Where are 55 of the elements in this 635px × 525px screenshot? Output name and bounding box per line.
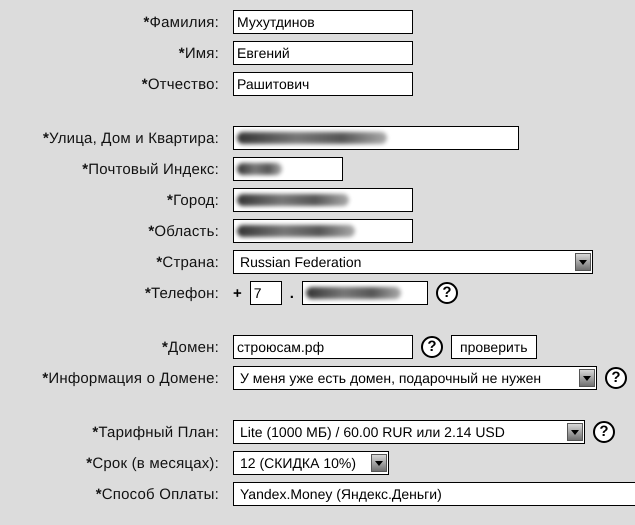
- required-mark: *: [162, 338, 168, 356]
- dropdown[interactable]: Yandex.Money (Яндекс.Деньги): [233, 482, 635, 506]
- input-field[interactable]: Евгений: [233, 41, 413, 65]
- separator-text: .: [290, 284, 294, 302]
- input-field[interactable]: [233, 188, 413, 212]
- input-field[interactable]: [233, 126, 519, 150]
- help-button[interactable]: ?: [593, 421, 615, 443]
- field-label: Имя:: [184, 44, 219, 62]
- field-label: Страна:: [162, 254, 219, 270]
- required-mark: *: [144, 284, 151, 302]
- field-label: Срок (в месяцах):: [92, 454, 219, 472]
- field-label: Информация о Домене:: [48, 370, 219, 386]
- caret-icon: [579, 369, 595, 387]
- input-field[interactable]: [233, 219, 413, 243]
- check-button[interactable]: проверить: [451, 335, 537, 359]
- separator-text: +: [233, 284, 242, 302]
- caret-icon: [575, 253, 591, 271]
- blurred-text: [237, 163, 282, 175]
- field-label: Город:: [173, 192, 219, 208]
- required-mark: *: [148, 222, 154, 240]
- input-field[interactable]: [233, 157, 343, 181]
- field-label: Тарифный План:: [98, 424, 219, 440]
- dropdown[interactable]: Lite (1000 МБ) / 60.00 RUR или 2.14 USD: [233, 420, 585, 444]
- required-mark: *: [42, 130, 49, 146]
- required-mark: *: [82, 160, 88, 178]
- field-label: Фамилия:: [150, 14, 219, 30]
- field-label: Область:: [154, 222, 219, 240]
- required-mark: *: [167, 192, 174, 208]
- input-field[interactable]: [302, 281, 428, 305]
- required-mark: *: [143, 14, 150, 30]
- dropdown[interactable]: 12 (СКИДКА 10%): [233, 451, 389, 475]
- field-label: Отчество:: [148, 76, 219, 92]
- dropdown[interactable]: Russian Federation: [233, 250, 593, 274]
- field-label: Почтовый Индекс:: [88, 160, 219, 178]
- required-mark: *: [178, 44, 185, 62]
- field-label: Домен:: [168, 338, 219, 356]
- help-button[interactable]: ?: [421, 336, 443, 358]
- help-button[interactable]: ?: [436, 282, 458, 304]
- required-mark: *: [96, 486, 102, 502]
- caret-icon: [371, 454, 387, 472]
- input-field[interactable]: строюсам.рф: [233, 335, 413, 359]
- input-field[interactable]: 7: [250, 281, 282, 305]
- field-label: Способ Оплаты:: [102, 486, 219, 502]
- input-field[interactable]: Мухутдинов: [233, 10, 413, 34]
- caret-icon: [567, 423, 583, 441]
- required-mark: *: [42, 370, 48, 386]
- required-mark: *: [92, 424, 98, 440]
- required-mark: *: [86, 454, 92, 472]
- dropdown[interactable]: У меня уже есть домен, подарочный не нужен: [233, 366, 597, 390]
- field-label: Телефон:: [151, 284, 219, 302]
- required-mark: *: [156, 254, 162, 270]
- required-mark: *: [142, 76, 148, 92]
- field-label: Улица, Дом и Квартира:: [48, 130, 219, 146]
- input-field[interactable]: Рашитович: [233, 72, 413, 96]
- help-button[interactable]: ?: [605, 367, 627, 389]
